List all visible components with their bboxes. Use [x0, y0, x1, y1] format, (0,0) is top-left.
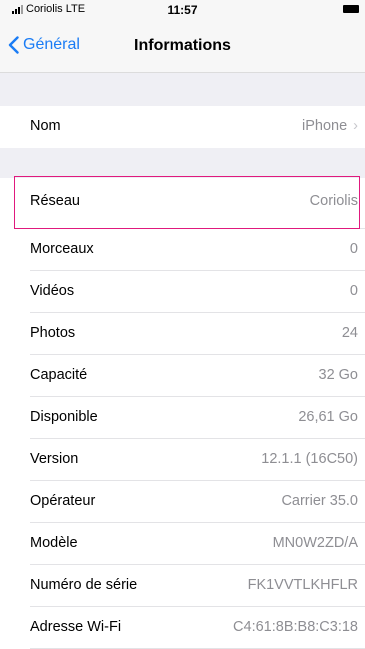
page-title: Informations	[134, 37, 231, 54]
row-label: Vidéos	[30, 283, 75, 299]
row-value: Carrier 35.0	[281, 493, 358, 509]
row-label: Réseau	[30, 193, 80, 209]
chevron-right-icon: ›	[353, 118, 358, 134]
row-value: MN0W2ZD/A	[272, 535, 358, 551]
info-row: Photos 24	[0, 313, 365, 355]
info-row: Numéro de série FK1VVTLKHFLR	[0, 565, 365, 607]
row-value: 12.1.1 (16C50)	[261, 451, 358, 467]
status-bar: Coriolis LTE 11:57	[0, 0, 365, 20]
battery-icon	[343, 5, 359, 13]
row-label: Version	[30, 451, 79, 467]
row-label: Opérateur	[30, 493, 96, 509]
row-label: Nom	[30, 118, 61, 134]
status-time: 11:57	[167, 3, 198, 17]
section-gap	[0, 148, 365, 178]
navigation-bar: Général Informations	[0, 20, 365, 73]
row-label: Capacité	[30, 367, 88, 383]
info-row: Version 12.1.1 (16C50)	[0, 439, 365, 481]
row-label: Morceaux	[30, 241, 94, 257]
row-value: iPhone ›	[302, 118, 358, 134]
info-row: Adresse Wi-Fi C4:61:8B:B8:C3:18	[0, 607, 365, 649]
info-row: Réseau Coriolis	[0, 178, 365, 229]
info-row: Capacité 32 Go	[0, 355, 365, 397]
row-label: Modèle	[30, 535, 78, 551]
info-row: Vidéos 0	[0, 271, 365, 313]
info-row: Modèle MN0W2ZD/A	[0, 523, 365, 565]
row-value: Coriolis	[309, 193, 358, 209]
row-value: 24	[341, 325, 358, 341]
row-value: 32 Go	[318, 367, 359, 383]
row-name[interactable]: Nom iPhone ›	[0, 106, 365, 148]
row-label: Disponible	[30, 409, 98, 425]
info-row: Opérateur Carrier 35.0	[0, 481, 365, 523]
info-row: Disponible 26,61 Go	[0, 397, 365, 439]
row-value: FK1VVTLKHFLR	[247, 577, 358, 593]
info-row: Morceaux 0	[0, 229, 365, 271]
device-name-value: iPhone	[302, 118, 348, 134]
row-value: C4:61:8B:B8:C3:18	[233, 619, 358, 635]
row-label: Numéro de série	[30, 577, 138, 593]
row-value: 0	[349, 241, 358, 257]
row-value: 0	[349, 283, 358, 299]
row-value: 26,61 Go	[298, 409, 358, 425]
row-label: Adresse Wi-Fi	[30, 619, 122, 635]
row-label: Photos	[30, 325, 76, 341]
section-gap	[0, 73, 365, 106]
